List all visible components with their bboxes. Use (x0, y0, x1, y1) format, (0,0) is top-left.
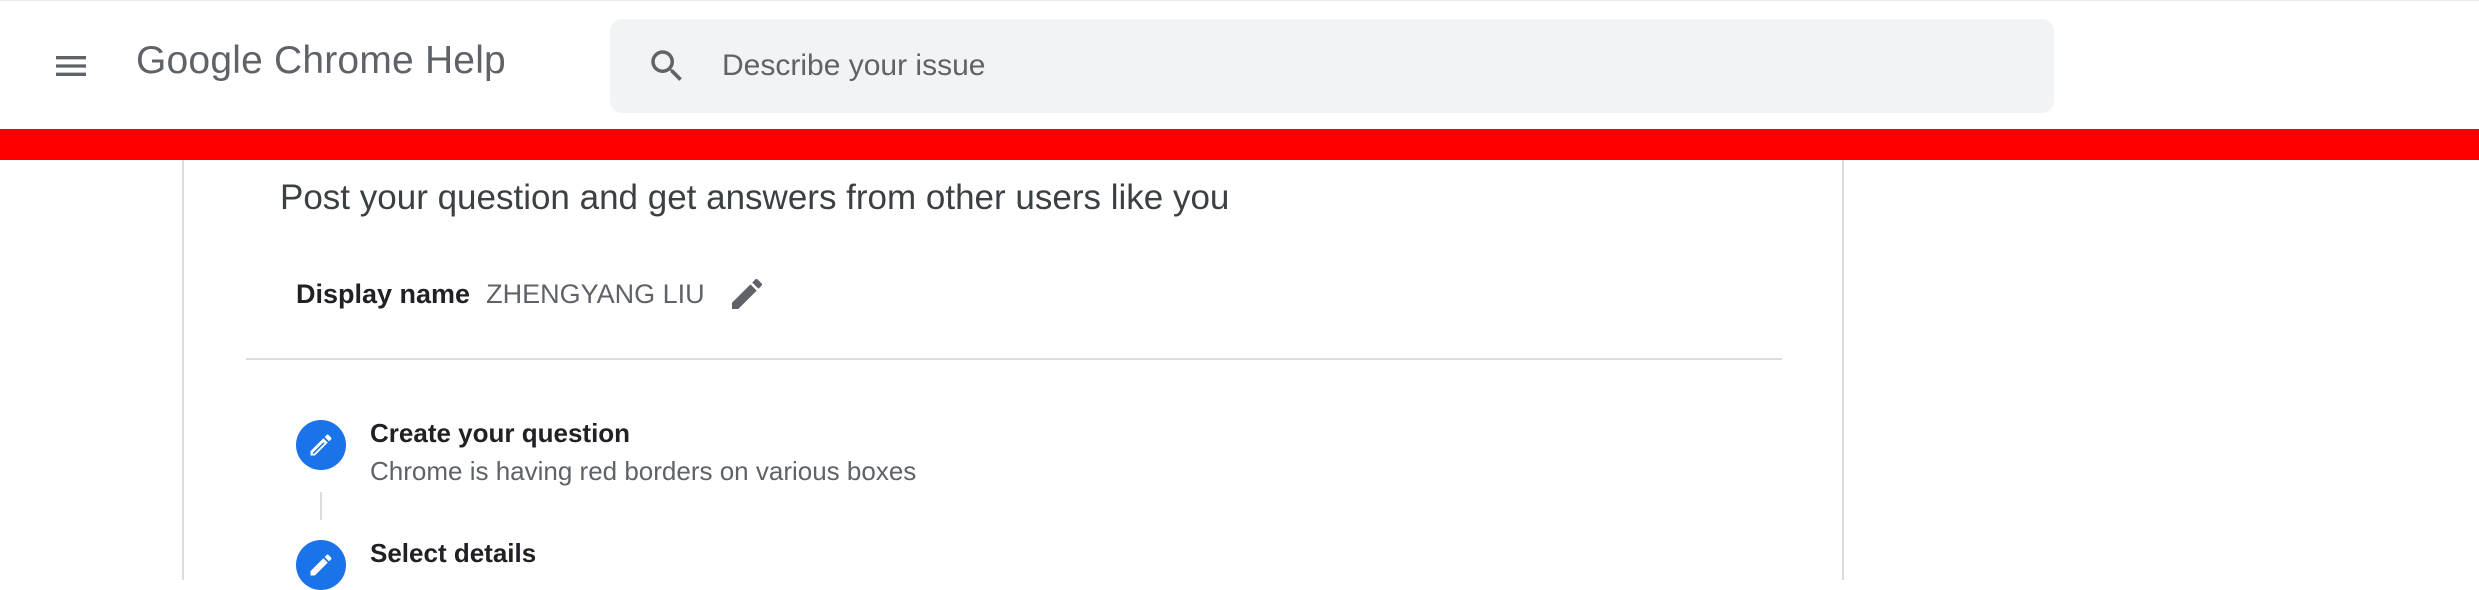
pencil-icon (310, 554, 332, 576)
step-1-status-icon (296, 420, 346, 470)
search-input[interactable] (722, 19, 2012, 113)
app-header: Google Chrome Help (0, 0, 2479, 129)
pencil-icon (731, 278, 762, 309)
section-divider (246, 358, 1782, 360)
edit-display-name-button[interactable] (725, 272, 769, 316)
app-title[interactable]: Google Chrome Help (136, 39, 506, 83)
main-menu-button[interactable] (36, 31, 106, 101)
step-connector (320, 492, 322, 520)
form-subtitle: Post your question and get answers from … (280, 178, 1230, 217)
display-name-value: ZHENGYANG LIU (486, 278, 705, 309)
display-name-label: Display name (296, 278, 471, 309)
step-1-description: Chrome is having red borders on various … (370, 456, 917, 486)
step-1-title[interactable]: Create your question (370, 418, 630, 449)
hamburger-menu-icon (56, 56, 86, 76)
pencil-icon (310, 434, 332, 456)
red-highlight-bar (0, 129, 2479, 160)
step-2-title[interactable]: Select details (370, 538, 536, 569)
search-box[interactable] (610, 19, 2054, 113)
question-form-card: Post your question and get answers from … (182, 160, 1844, 590)
search-icon[interactable] (646, 45, 688, 87)
step-2-status-icon (296, 540, 346, 590)
display-name-row: Display name ZHENGYANG LIU (296, 274, 769, 314)
